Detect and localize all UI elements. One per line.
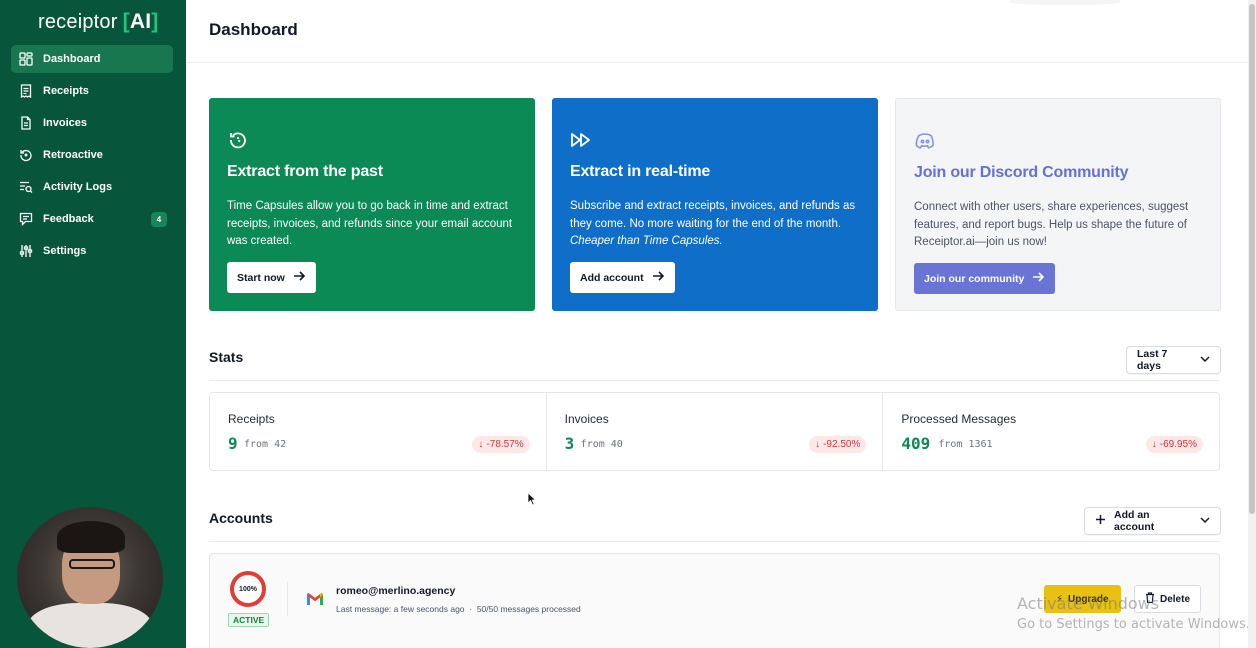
sidebar-item-label: Invoices [43, 117, 88, 129]
sidebar-item-retroactive[interactable]: Retroactive [11, 141, 173, 169]
date-range-dropdown[interactable]: Last 7 days [1126, 346, 1221, 374]
stat-value: 409 [901, 434, 931, 453]
sidebar-item-receipts[interactable]: Receipts [11, 77, 173, 105]
stat-value: 3 [564, 434, 575, 453]
gmail-icon [306, 592, 324, 606]
top-decoration [1010, 0, 1120, 5]
receipt-icon [19, 84, 33, 98]
scrollbar-thumb[interactable] [1249, 4, 1255, 514]
card-extract-realtime: Extract in real-time Subscribe and extra… [552, 98, 878, 311]
join-community-button[interactable]: Join our community [914, 263, 1056, 294]
stat-delta-badge: ↓ -69.95% [1145, 436, 1204, 453]
stat-invoices: Invoices 3 from 40 ↓ -92.50% [547, 393, 884, 470]
logo[interactable]: receiptor [AI] [38, 10, 158, 34]
account-email: romeo@merlino.agency [336, 585, 456, 597]
stat-from: from 40 [580, 439, 623, 450]
sidebar-item-label: Retroactive [43, 149, 103, 161]
stat-from: from 42 [244, 439, 287, 450]
chevron-down-icon [1200, 515, 1210, 527]
webcam-overlay [17, 507, 163, 648]
accounts-title: Accounts [209, 510, 273, 526]
add-account-dropdown[interactable]: Add an account [1084, 507, 1221, 535]
accounts-divider [209, 541, 1220, 542]
stat-delta-badge: ↓ -78.57% [472, 436, 530, 453]
card-description: Time Capsules allow you to go back in ti… [227, 200, 513, 247]
dashboard-icon [19, 52, 33, 66]
sidebar-item-label: Dashboard [43, 53, 101, 65]
sidebar-item-feedback[interactable]: Feedback 4 [11, 205, 173, 233]
start-now-button[interactable]: Start now [227, 262, 316, 293]
arrow-down-icon: ↓ [815, 439, 821, 450]
stats-title: Stats [209, 349, 244, 365]
sidebar-item-label: Feedback [43, 213, 94, 225]
card-discord-community: Join our Discord Community Connect with … [895, 98, 1221, 311]
card-title: Join our Discord Community [914, 164, 1129, 181]
arrow-down-icon: ↓ [1151, 439, 1157, 450]
chevron-down-icon [1200, 354, 1210, 366]
arrow-right-icon [652, 271, 665, 284]
retroactive-icon [19, 148, 33, 162]
card-extract-past: Extract from the past Time Capsules allo… [209, 98, 535, 311]
sidebar-item-label: Receipts [43, 85, 89, 97]
usage-ring: 100% [230, 571, 266, 607]
arrow-right-icon [1032, 272, 1045, 285]
feedback-icon [19, 212, 33, 226]
account-meta: Last message: a few seconds ago · 50/50 … [336, 604, 581, 614]
activity-logs-icon [19, 180, 33, 194]
sidebar-item-label: Activity Logs [43, 181, 113, 193]
stats-panel: Receipts 9 from 42 ↓ -78.57% Invoices 3 f… [209, 392, 1220, 471]
add-account-button[interactable]: Add account [570, 262, 675, 293]
stat-value: 9 [228, 434, 238, 453]
mouse-cursor-icon [527, 492, 537, 506]
sidebar-item-invoices[interactable]: Invoices [11, 109, 173, 137]
sidebar-item-dashboard[interactable]: Dashboard [11, 45, 173, 73]
arrow-down-icon: ↓ [478, 439, 484, 450]
logo-ai-mark: [AI] [122, 10, 159, 33]
feedback-count-badge: 4 [151, 212, 167, 227]
plus-icon [1095, 514, 1106, 528]
stat-from: from 1361 [938, 439, 993, 450]
page-title: Dashboard [209, 20, 298, 39]
sidebar-item-settings[interactable]: Settings [11, 237, 173, 265]
sidebar-item-label: Settings [43, 245, 87, 257]
stats-divider [209, 380, 1220, 381]
card-title: Extract from the past [227, 163, 383, 180]
settings-icon [19, 244, 33, 258]
logo-text: receiptor [38, 10, 118, 33]
card-description: Subscribe and extract receipts, invoices… [570, 200, 856, 247]
stat-processed-messages: Processed Messages 409 from 1361 ↓ -69.95… [883, 393, 1219, 470]
activate-windows-watermark: Activate Windows [1017, 594, 1160, 613]
stat-receipts: Receipts 9 from 42 ↓ -78.57% [210, 393, 547, 470]
sidebar: receiptor [AI] Dashboard Receipts Invoic… [0, 0, 186, 648]
page-scrollbar[interactable] [1248, 0, 1256, 648]
invoice-icon [19, 116, 33, 130]
arrow-right-icon [293, 271, 306, 284]
activate-windows-subtext: Go to Settings to activate Windows. [1017, 617, 1250, 632]
fast-forward-icon [570, 129, 592, 151]
stat-delta-badge: ↓ -92.50% [809, 436, 867, 453]
time-capsule-icon [227, 129, 249, 151]
sidebar-item-activity-logs[interactable]: Activity Logs [11, 173, 173, 201]
sidebar-nav: Dashboard Receipts Invoices Retroactive … [11, 45, 173, 269]
status-badge: ACTIVE [228, 613, 270, 627]
discord-icon [914, 130, 936, 152]
card-title: Extract in real-time [570, 163, 711, 180]
card-description: Connect with other users, share experien… [914, 201, 1189, 248]
top-bar: Dashboard [186, 0, 1256, 63]
